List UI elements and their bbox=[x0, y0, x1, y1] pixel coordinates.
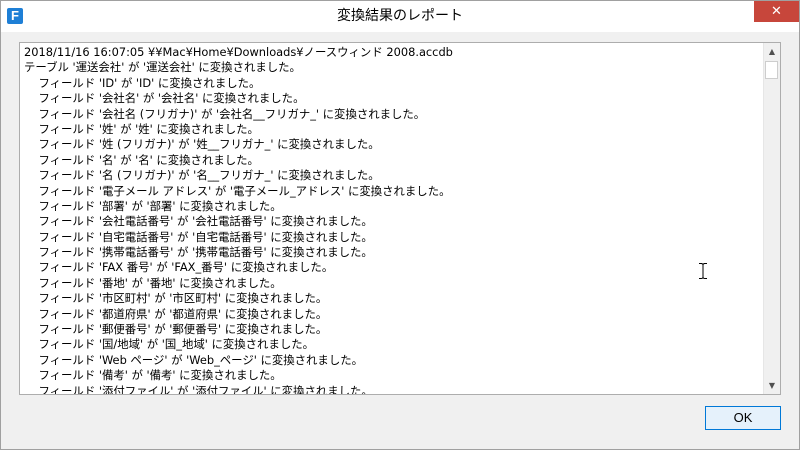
report-line: フィールド '自宅電話番号' が '自宅電話番号' に変換されました。 bbox=[24, 229, 373, 244]
report-line: フィールド 'ID' が 'ID' に変換されました。 bbox=[24, 75, 261, 90]
report-line: フィールド '姓' が '姓' に変換されました。 bbox=[24, 121, 259, 136]
report-line: フィールド '市区町村' が '市区町村' に変換されました。 bbox=[24, 291, 328, 306]
report-line: フィールド '会社名' が '会社名' に変換されました。 bbox=[24, 91, 305, 106]
report-line: フィールド '会社電話番号' が '会社電話番号' に変換されました。 bbox=[24, 214, 373, 229]
report-line: テーブル '運送会社' が '運送会社' に変換されました。 bbox=[24, 60, 301, 75]
report-text-area[interactable]: 2018/11/16 16:07:05 ¥¥Mac¥Home¥Downloads… bbox=[19, 42, 781, 395]
report-line: 2018/11/16 16:07:05 ¥¥Mac¥Home¥Downloads… bbox=[24, 45, 453, 59]
close-button[interactable]: ✕ bbox=[754, 1, 799, 22]
report-line: フィールド '添付ファイル' が '添付ファイル' に変換されました。 bbox=[24, 383, 373, 394]
text-cursor-icon bbox=[699, 263, 707, 279]
vertical-scrollbar[interactable]: ▲ ▼ bbox=[763, 43, 780, 394]
arrow-up-icon: ▲ bbox=[768, 47, 776, 56]
report-text: 2018/11/16 16:07:05 ¥¥Mac¥Home¥Downloads… bbox=[24, 45, 760, 394]
scroll-down-button[interactable]: ▼ bbox=[764, 377, 780, 394]
report-line: フィールド '備考' が '備考' に変換されました。 bbox=[24, 368, 282, 383]
scroll-up-button[interactable]: ▲ bbox=[764, 43, 780, 60]
report-line: フィールド '携帯電話番号' が '携帯電話番号' に変換されました。 bbox=[24, 245, 373, 260]
report-line: フィールド 'FAX 番号' が 'FAX_番号' に変換されました。 bbox=[24, 260, 334, 275]
report-line: フィールド '部署' が '部署' に変換されました。 bbox=[24, 198, 282, 213]
report-line: フィールド '名 (フリガナ)' が '名__フリガナ_' に変換されました。 bbox=[24, 168, 380, 183]
report-line: フィールド '会社名 (フリガナ)' が '会社名__フリガナ_' に変換されま… bbox=[24, 106, 426, 121]
report-line: フィールド '国/地域' が '国_地域' に変換されました。 bbox=[24, 337, 315, 352]
ok-button[interactable]: OK bbox=[705, 406, 781, 430]
report-line: フィールド '番地' が '番地' に変換されました。 bbox=[24, 275, 282, 290]
scroll-thumb[interactable] bbox=[765, 61, 778, 79]
report-line: フィールド '名' が '名' に変換されました。 bbox=[24, 152, 259, 167]
report-dialog: F 変換結果のレポート ✕ 2018/11/16 16:07:05 ¥¥Mac¥… bbox=[0, 0, 800, 450]
report-line: フィールド 'Web ページ' が 'Web_ページ' に変換されました。 bbox=[24, 352, 363, 367]
report-line: フィールド '電子メール アドレス' が '電子メール_アドレス' に変換されま… bbox=[24, 183, 451, 198]
arrow-down-icon: ▼ bbox=[768, 381, 776, 390]
report-line: フィールド '都道府県' が '都道府県' に変換されました。 bbox=[24, 306, 328, 321]
report-line: フィールド '姓 (フリガナ)' が '姓__フリガナ_' に変換されました。 bbox=[24, 137, 380, 152]
title-bar[interactable]: F 変換結果のレポート ✕ bbox=[1, 1, 799, 32]
close-icon: ✕ bbox=[771, 4, 782, 19]
window-title: 変換結果のレポート bbox=[337, 8, 463, 24]
report-line: フィールド '郵便番号' が '郵便番号' に変換されました。 bbox=[24, 322, 328, 337]
